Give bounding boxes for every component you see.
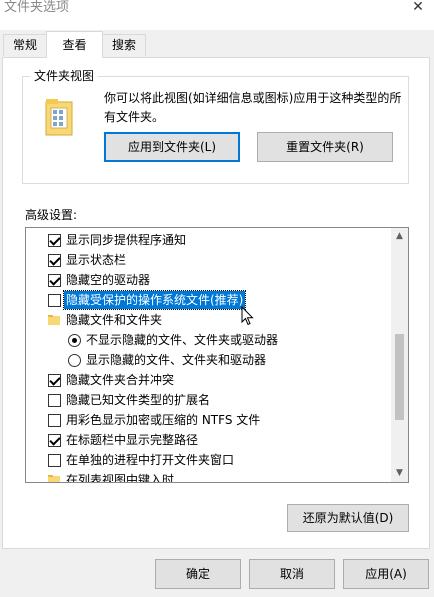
title-bar: 文件夹选项 ✕ — [0, 0, 434, 30]
list-item-label: 显示隐藏的文件、文件夹和驱动器 — [86, 353, 267, 367]
checkbox[interactable] — [48, 414, 61, 427]
checkbox[interactable] — [48, 394, 61, 407]
list-item[interactable]: 用彩色显示加密或压缩的 NTFS 文件 — [26, 410, 392, 430]
checkbox[interactable] — [48, 254, 61, 267]
tab-view-label: 查看 — [62, 38, 87, 52]
list-item-label: 不显示隐藏的文件、文件夹或驱动器 — [86, 333, 279, 347]
radio-button[interactable] — [68, 334, 81, 347]
list-item[interactable]: 在标题栏中显示完整路径 — [26, 430, 392, 450]
advanced-settings-list[interactable]: 显示同步提供程序通知 显示状态栏 隐藏空的驱动器 隐藏受保护的操作系统文件(推荐… — [25, 227, 409, 483]
checkbox[interactable] — [48, 234, 61, 247]
checkbox[interactable] — [48, 374, 61, 387]
reset-folders-button[interactable]: 重置文件夹(R) — [257, 132, 393, 162]
tab-view[interactable]: 查看 — [46, 31, 103, 58]
list-item-label: 隐藏已知文件类型的扩展名 — [66, 393, 211, 407]
list-item-label: 在列表视图中键入时 — [66, 473, 175, 483]
list-item-label: 在标题栏中显示完整路径 — [66, 433, 199, 447]
advanced-settings-label: 高级设置: — [25, 208, 78, 222]
ok-button[interactable]: 确定 — [155, 559, 241, 589]
list-item-label: 隐藏受保护的操作系统文件(推荐) — [62, 290, 247, 310]
list-item-selected[interactable]: 隐藏受保护的操作系统文件(推荐) — [26, 290, 392, 310]
mouse-cursor-icon — [241, 306, 254, 326]
folder-view-icon — [45, 99, 73, 136]
restore-defaults-button[interactable]: 还原为默认值(D) — [287, 504, 409, 532]
list-item[interactable]: 在单独的进程中打开文件夹窗口 — [26, 450, 392, 470]
list-item-label: 在单独的进程中打开文件夹窗口 — [66, 453, 235, 467]
tab-general[interactable]: 常规 — [3, 34, 47, 56]
list-scrollbar[interactable]: ▲ ▼ — [391, 228, 408, 482]
list-item[interactable]: 隐藏空的驱动器 — [26, 270, 392, 290]
apply-button[interactable]: 应用(A) — [343, 559, 429, 589]
window-title: 文件夹选项 — [4, 0, 70, 15]
radio-button[interactable] — [68, 354, 81, 367]
list-item-label: 隐藏文件夹合并冲突 — [66, 373, 175, 387]
folder-view-title: 文件夹视图 — [30, 69, 99, 83]
list-item[interactable]: 隐藏已知文件类型的扩展名 — [26, 390, 392, 410]
list-item-label: 隐藏空的驱动器 — [66, 273, 151, 287]
list-item[interactable]: 显示同步提供程序通知 — [26, 230, 392, 250]
list-item-label: 用彩色显示加密或压缩的 NTFS 文件 — [66, 413, 261, 427]
list-item[interactable]: 显示状态栏 — [26, 250, 392, 270]
list-item-label: 显示同步提供程序通知 — [66, 233, 187, 247]
list-item[interactable]: 隐藏文件夹合并冲突 — [26, 370, 392, 390]
scroll-up-icon[interactable]: ▲ — [391, 228, 408, 245]
list-group-header: 隐藏文件和文件夹 — [26, 310, 392, 330]
tab-general-label: 常规 — [12, 38, 37, 52]
list-group-header: 在列表视图中键入时 — [26, 470, 392, 483]
tab-search-label: 搜索 — [111, 38, 136, 52]
folder-icon — [48, 315, 60, 325]
folder-view-description: 你可以将此视图(如详细信息或图标)应用于这种类型的所有文件夹。 — [104, 91, 402, 124]
scroll-down-icon[interactable]: ▼ — [391, 465, 408, 482]
list-item[interactable]: 显示隐藏的文件、文件夹和驱动器 — [26, 350, 392, 370]
close-icon[interactable]: ✕ — [410, 0, 426, 16]
checkbox[interactable] — [48, 434, 61, 447]
list-item[interactable]: 不显示隐藏的文件、文件夹或驱动器 — [26, 330, 392, 350]
apply-to-folders-button[interactable]: 应用到文件夹(L) — [104, 132, 240, 162]
tab-search[interactable]: 搜索 — [102, 34, 146, 56]
cancel-button[interactable]: 取消 — [249, 559, 335, 589]
scroll-thumb[interactable] — [395, 334, 404, 420]
checkbox[interactable] — [48, 454, 61, 467]
checkbox[interactable] — [48, 294, 61, 307]
list-item-label: 显示状态栏 — [66, 253, 127, 267]
list-item-label: 隐藏文件和文件夹 — [66, 313, 163, 327]
checkbox[interactable] — [48, 274, 61, 287]
folder-icon — [48, 475, 60, 482]
